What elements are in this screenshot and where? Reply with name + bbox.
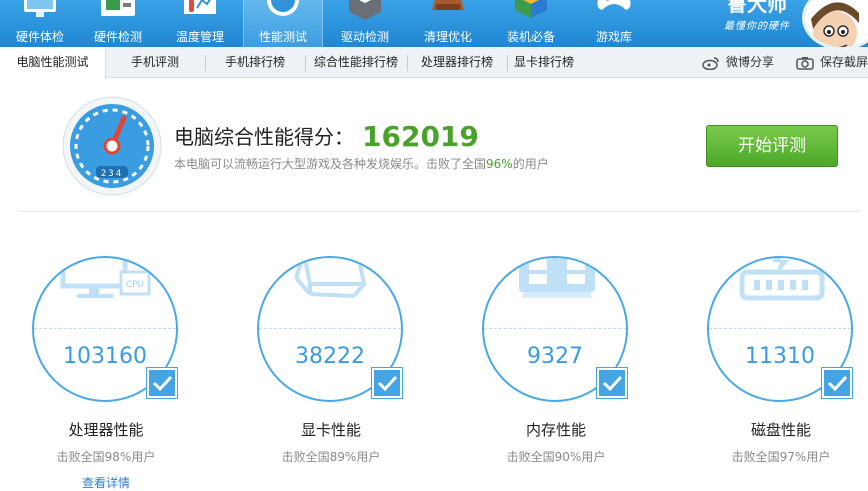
top-toolbar: 硬件体检 硬件检测 温度管理 性能测试 驱动检测 清理优化 装机必备 游戏库 鲁… xyxy=(0,0,868,47)
overall-score-heading: 电脑综合性能得分： 162019 xyxy=(174,120,479,153)
broom-icon xyxy=(432,0,464,10)
save-screenshot-button[interactable]: 保存截屏 xyxy=(796,47,868,78)
tab-pc-performance-test[interactable]: 电脑性能测试 xyxy=(0,47,106,79)
desc-suffix: 的用户 xyxy=(512,157,549,171)
tool-driver-detect[interactable]: 驱动检测 xyxy=(325,0,405,47)
section-divider xyxy=(18,211,860,212)
mascot-face-icon xyxy=(811,2,859,47)
gpu-beat-percent: 击败全国89%用户 xyxy=(281,450,381,464)
tool-essentials[interactable]: 装机必备 xyxy=(491,0,571,47)
tool-label: 装机必备 xyxy=(506,30,555,44)
tab-overall-ranking[interactable]: 综合性能排行榜 xyxy=(306,47,406,78)
cpu-performance-title: 处理器性能 xyxy=(68,421,144,439)
tool-label: 游戏库 xyxy=(595,30,632,44)
tool-performance-test[interactable]: 性能测试 xyxy=(243,0,323,47)
driver-box-icon xyxy=(349,0,381,20)
tab-gpu-ranking[interactable]: 显卡排行榜 xyxy=(508,47,580,78)
cpu-chip-label: CPU xyxy=(126,280,144,290)
brand-slogan: 最懂你的硬件 xyxy=(724,21,790,32)
checkbox-checked-icon xyxy=(372,368,402,398)
desc-percent: 96% xyxy=(486,157,513,171)
tool-hardware-checkup[interactable]: 硬件体检 xyxy=(0,0,80,47)
monitor-icon xyxy=(24,0,56,17)
chip-icon xyxy=(101,0,135,16)
tab-phone-review[interactable]: 手机评测 xyxy=(106,47,204,78)
camera-icon xyxy=(796,56,814,70)
checkbox-checked-icon xyxy=(147,368,177,398)
weibo-share-button[interactable]: 微博分享 xyxy=(702,47,774,78)
desc-prefix: 本电脑可以流畅运行大型游戏及各种发烧娱乐。击败了全国 xyxy=(174,157,487,171)
checkbox-checked-icon xyxy=(822,368,852,398)
weibo-share-label: 微博分享 xyxy=(726,55,775,69)
speedometer-icon xyxy=(267,0,299,16)
thermometer-icon xyxy=(184,0,216,14)
sub-navigation: 电脑性能测试 手机评测 手机排行榜 综合性能排行榜 处理器排行榜 显卡排行榜 微… xyxy=(0,47,868,79)
memory-beat-percent: 击败全国90%用户 xyxy=(506,450,606,464)
dashed-line xyxy=(709,328,851,329)
tool-label: 清理优化 xyxy=(423,30,472,44)
gauge-icon: 234 xyxy=(62,96,162,196)
disk-score-value: 11310 xyxy=(745,344,815,369)
cpu-score-value: 103160 xyxy=(63,344,147,369)
brand-logo: 鲁大师 最懂你的硬件 xyxy=(712,0,802,47)
score-title-label: 电脑综合性能得分： xyxy=(174,125,354,149)
checkbox-checked-icon xyxy=(597,368,627,398)
tool-cleanup[interactable]: 清理优化 xyxy=(408,0,488,47)
gauge-readout: 234 xyxy=(101,169,123,179)
tool-label: 硬件体检 xyxy=(15,30,64,44)
tool-game-library[interactable]: 游戏库 xyxy=(574,0,654,47)
gpu-performance-title: 显卡性能 xyxy=(300,421,361,439)
view-details-link[interactable]: 查看详情 xyxy=(16,474,196,491)
disk-performance-title: 磁盘性能 xyxy=(750,421,811,439)
brand-name: 鲁大师 xyxy=(727,0,787,16)
dashed-line xyxy=(484,328,626,329)
overall-score-value: 162019 xyxy=(362,120,479,153)
tool-label: 性能测试 xyxy=(258,30,307,44)
computer-cpu-icon: CPU xyxy=(60,258,151,298)
dashed-line xyxy=(34,328,176,329)
hard-disk-icon xyxy=(739,258,825,301)
weibo-icon xyxy=(702,56,719,70)
disk-performance-card: 11310 磁盘性能 击败全国97%用户 xyxy=(691,256,868,488)
save-screenshot-label: 保存截屏 xyxy=(820,55,868,69)
cpu-beat-percent: 击败全国98%用户 xyxy=(56,450,156,464)
disk-beat-percent: 击败全国97%用户 xyxy=(731,450,831,464)
cube-gpu-icon xyxy=(294,258,367,298)
gpu-performance-card: 38222 显卡性能 击败全国89%用户 xyxy=(241,256,421,488)
tab-phone-ranking[interactable]: 手机排行榜 xyxy=(206,47,304,78)
tab-cpu-ranking[interactable]: 处理器排行榜 xyxy=(408,47,506,78)
gpu-score-value: 38222 xyxy=(295,344,365,369)
windows-icon xyxy=(515,0,547,18)
mascot-avatar xyxy=(802,0,868,47)
tool-hardware-detect[interactable]: 硬件检测 xyxy=(78,0,158,47)
performance-gauge: 234 xyxy=(62,96,162,196)
tool-label: 硬件检测 xyxy=(93,30,142,44)
memory-score-value: 9327 xyxy=(527,344,583,369)
tool-label: 驱动检测 xyxy=(340,30,389,44)
gamepad-icon xyxy=(597,0,631,10)
memory-chip-icon xyxy=(519,258,595,298)
memory-performance-card: 9327 内存性能 击败全国90%用户 xyxy=(466,256,646,488)
start-benchmark-button[interactable]: 开始评测 xyxy=(706,125,838,167)
tool-temperature[interactable]: 温度管理 xyxy=(160,0,240,47)
score-description: 本电脑可以流畅运行大型游戏及各种发烧娱乐。击败了全国96%的用户 xyxy=(174,155,549,172)
memory-performance-title: 内存性能 xyxy=(525,421,586,439)
dashed-line xyxy=(259,328,401,329)
tool-label: 温度管理 xyxy=(175,30,224,44)
cpu-performance-card: CPU 103160 处理器性能 击败全国98%用户 查看详情 xyxy=(16,256,196,491)
